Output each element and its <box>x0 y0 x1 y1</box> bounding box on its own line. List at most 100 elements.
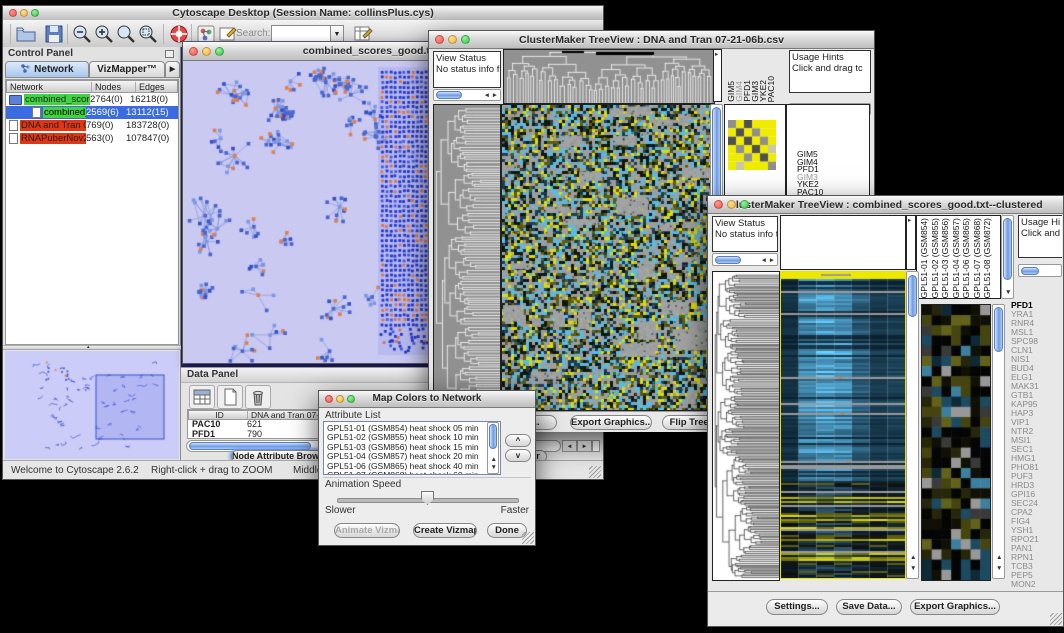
zoom-button[interactable] <box>461 35 470 44</box>
save-icon[interactable] <box>43 23 65 45</box>
tv2-status-hscrollbar[interactable]: ◄► <box>712 253 778 266</box>
tv2-gene-list: PFD1YRA1RNR4MSL1SPC98CLN1NIS1BUD4ELG1MAK… <box>1011 301 1061 591</box>
export-graphics-button[interactable]: Export Graphics... <box>910 599 1000 615</box>
tab-overflow-button[interactable]: ▶ <box>165 61 180 78</box>
split-divider[interactable]: ▴ <box>3 345 181 350</box>
window-controls[interactable] <box>9 9 39 17</box>
move-up-button[interactable]: ^ <box>505 434 531 447</box>
network-row[interactable]: combined_scores 2764(0) 16218(0) <box>6 93 178 106</box>
open-file-icon[interactable] <box>15 23 37 45</box>
zoom-button[interactable] <box>31 9 39 17</box>
network-row[interactable]: RNAPuberNov2+| 563(0) 107847(0) <box>6 132 178 145</box>
scroll-left-button[interactable]: ◄ <box>562 440 577 452</box>
slider-slower-label: Slower <box>325 505 356 516</box>
main-titlebar[interactable]: Cytoscape Desktop (Session Name: collins… <box>3 6 603 21</box>
scroll-corner <box>592 440 600 452</box>
tv1-coltree-scroll-strip[interactable]: ▸ <box>713 49 722 102</box>
network-row[interactable]: combined_sco 2569(6) 13112(15) <box>6 106 178 119</box>
search-input[interactable] <box>271 25 331 42</box>
slider-faster-label: Faster <box>501 505 529 516</box>
tab-vizmapper[interactable]: VizMapper™ <box>89 61 165 78</box>
resize-grip[interactable] <box>589 466 601 478</box>
tv1-usage-hints: Usage HintsClick and drag tc <box>789 50 871 93</box>
close-button[interactable] <box>189 47 198 56</box>
desktop-background: Cytoscape Desktop (Session Name: collins… <box>0 0 1064 633</box>
export-graphics-button[interactable]: Export Graphics... <box>570 415 652 430</box>
zoom-in-icon[interactable] <box>93 23 115 45</box>
attribute-list-item[interactable]: GPL51-07 (GSM868) heat shock 60 min <box>327 471 500 475</box>
create-vizmap-button[interactable]: Create Vizmap <box>413 523 477 538</box>
close-button[interactable] <box>325 395 333 403</box>
column-label: GPL51-04 (GSM857) <box>951 218 962 298</box>
tv2-row-dendrogram[interactable] <box>712 271 780 581</box>
minimize-button[interactable] <box>727 200 736 209</box>
zoom-out-icon[interactable] <box>71 23 93 45</box>
dialog-resize-grip[interactable] <box>522 532 534 544</box>
tab-network[interactable]: Network <box>5 61 89 78</box>
network-table-header[interactable]: Network Nodes Edges <box>6 80 178 93</box>
scroll-right-button[interactable]: ► <box>577 440 592 452</box>
data-panel-title: Data Panel <box>187 369 238 380</box>
network-row[interactable]: DNA and Tran 07 769(0) 183728(0) <box>6 119 178 132</box>
minimize-button[interactable] <box>20 9 28 17</box>
close-button[interactable] <box>435 35 444 44</box>
zoom-button[interactable] <box>215 47 224 56</box>
animation-speed-label: Animation Speed <box>325 479 401 490</box>
minimize-button[interactable] <box>448 35 457 44</box>
network-row-nodes: 2569(6) <box>86 107 126 118</box>
tv1-row-labels: GIM5GIM4PFD1GIM3YKE2PAC10 <box>797 151 823 196</box>
search-dropdown-button[interactable]: ▼ <box>330 25 344 42</box>
tv2-button-bar: Settings... Save Data... Export Graphics… <box>708 591 1063 626</box>
animate-vizmap-button[interactable]: Animate Vizmap <box>334 523 400 538</box>
settings-button[interactable]: Settings... <box>766 599 828 615</box>
done-button[interactable]: Done <box>487 523 527 538</box>
delete-attribute-button[interactable] <box>245 385 271 409</box>
treeview2-titlebar[interactable]: ClusterMaker TreeView : combined_scores_… <box>708 196 1063 214</box>
network-row-icon <box>32 107 41 118</box>
column-label: GPL51-08 (GSM872) <box>982 218 993 298</box>
minimize-button[interactable] <box>336 395 344 403</box>
tv2-column-labels: GPL51-01 (GSM854)GPL51-02 (GSM855)GPL51-… <box>919 216 999 298</box>
close-button[interactable] <box>9 9 17 17</box>
zoom-button[interactable] <box>347 395 355 403</box>
tv1-heatmap[interactable] <box>501 104 711 411</box>
network-row-nodes: 2764(0) <box>90 94 130 105</box>
tv2-zoom-heatmap[interactable] <box>921 304 991 581</box>
treeview2-window: ClusterMaker TreeView : combined_scores_… <box>707 195 1064 627</box>
select-attributes-button[interactable] <box>189 385 215 409</box>
tv2-heatmap[interactable] <box>780 271 906 579</box>
dialog-titlebar[interactable]: Map Colors to Network <box>319 391 535 408</box>
minimize-button[interactable] <box>202 47 211 56</box>
float-panel-icon[interactable] <box>165 50 174 58</box>
tv2-resize-grip[interactable] <box>1050 613 1062 625</box>
zoom-button[interactable] <box>740 200 749 209</box>
tv1-zoom-heatmap[interactable] <box>728 120 776 170</box>
move-down-button[interactable]: v <box>505 449 531 462</box>
tv1-column-dendrogram[interactable] <box>503 49 715 104</box>
tv2-view-status: View StatusNo status info t <box>712 216 778 252</box>
tv2-column-dendrogram-area[interactable] <box>780 215 906 270</box>
treeview1-titlebar[interactable]: ClusterMaker TreeView : DNA and Tran 07-… <box>429 31 874 49</box>
tv2-zoom-vscrollbar[interactable]: ▲▼ <box>992 304 1005 579</box>
tv2-heatmap-vscrollbar[interactable]: ▲▼ <box>906 271 919 579</box>
new-attribute-button[interactable] <box>217 385 243 409</box>
save-data-button[interactable]: Save Data... <box>836 599 902 615</box>
network-overview-canvas[interactable] <box>5 351 179 459</box>
tv2-coltree-scroll-strip[interactable]: ▸ <box>906 215 916 270</box>
attribute-listbox[interactable]: GPL51-01 (GSM854) heat shock 05 minGPL51… <box>323 421 501 475</box>
tv2-collabel-vscrollbar[interactable]: ▼ <box>1001 215 1014 299</box>
tv1-row-dendrogram[interactable] <box>433 104 501 413</box>
zoom-fit-icon[interactable] <box>115 23 137 45</box>
network-row-edges: 16218(0) <box>130 94 178 105</box>
column-label: GPL51-03 (GSM856) <box>940 218 951 298</box>
close-button[interactable] <box>714 200 723 209</box>
zoom-selected-icon[interactable] <box>137 23 159 45</box>
tv2-usage-hscrollbar[interactable] <box>1018 264 1062 277</box>
new-document-icon <box>219 387 241 407</box>
status-welcome: Welcome to Cytoscape 2.6.2 <box>11 465 139 476</box>
attribute-list-vscrollbar[interactable]: ▲▼ <box>487 422 499 474</box>
network-row-icon <box>9 95 22 105</box>
tv1-status-hscrollbar[interactable]: ◄► <box>433 89 501 101</box>
network-list: Network Nodes Edges combined_scores 2764… <box>5 79 179 345</box>
control-panel: Control Panel Network VizMapper™ ▶ Netwo… <box>3 47 181 460</box>
